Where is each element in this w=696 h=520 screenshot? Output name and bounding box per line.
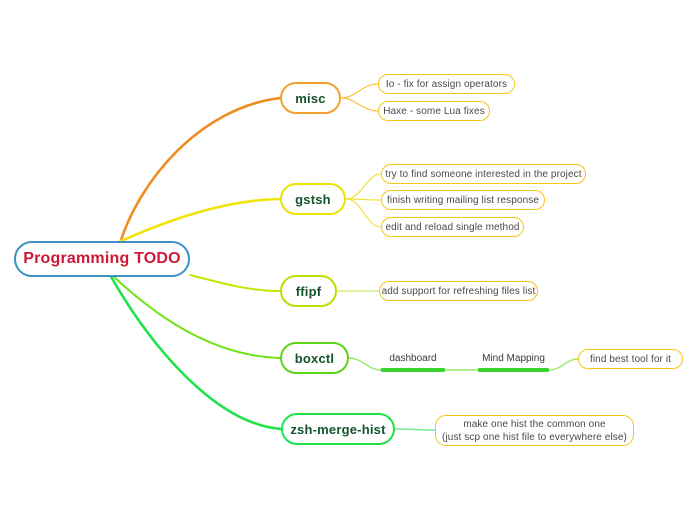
edge-zsh-1 [394, 428, 436, 431]
branch-node-gstsh[interactable]: gstsh [280, 183, 346, 215]
branch-node-zsh-merge-hist[interactable]: zsh-merge-hist [281, 413, 395, 445]
leaf-node-misc-1[interactable]: Io - fix for assign operators [378, 74, 515, 94]
bar-node-boxctl-1[interactable]: dashboard [381, 348, 445, 372]
bar-node-underline [381, 368, 445, 372]
edge-root-ffipf [189, 274, 281, 292]
leaf-node-boxctl-3[interactable]: find best tool for it [578, 349, 683, 369]
leaf-node-gstsh-3[interactable]: edit and reload single method [381, 217, 524, 237]
edge-misc-2 [340, 97, 379, 112]
branch-node-boxctl[interactable]: boxctl [280, 342, 349, 374]
edge-root-gstsh [110, 197, 282, 247]
edge-boxctl-3 [548, 358, 579, 371]
edge-gstsh-2 [345, 198, 382, 201]
leaf-node-zsh-merge-hist-1[interactable]: make one hist the common one (just scp o… [435, 415, 634, 446]
bar-node-underline [478, 368, 549, 372]
bar-node-label: dashboard [389, 353, 437, 364]
leaf-node-misc-2[interactable]: Haxe - some Lua fixes [378, 101, 490, 121]
edge-gstsh-3 [345, 198, 382, 228]
bar-node-boxctl-2[interactable]: Mind Mapping [478, 348, 549, 372]
edge-misc-1 [340, 83, 379, 99]
leaf-node-ffipf-1[interactable]: add support for refreshing files list [379, 281, 538, 301]
bar-node-label: Mind Mapping [482, 353, 545, 364]
edge-boxctl-1 [348, 357, 382, 371]
root-node[interactable]: Programming TODO [14, 241, 190, 277]
edge-gstsh-1 [345, 173, 382, 200]
edge-root-zsh [108, 273, 283, 431]
leaf-node-gstsh-2[interactable]: finish writing mailing list response [381, 190, 545, 210]
edge-root-boxctl [111, 274, 281, 359]
branch-node-ffipf[interactable]: ffipf [280, 275, 337, 307]
branch-node-misc[interactable]: misc [280, 82, 341, 114]
mindmap-canvas: Programming TODO misc Io - fix for assign… [0, 0, 696, 520]
leaf-node-gstsh-1[interactable]: try to find someone interested in the pr… [381, 164, 586, 184]
edge-root-misc [118, 96, 282, 245]
leaf-edge-group [336, 83, 579, 431]
